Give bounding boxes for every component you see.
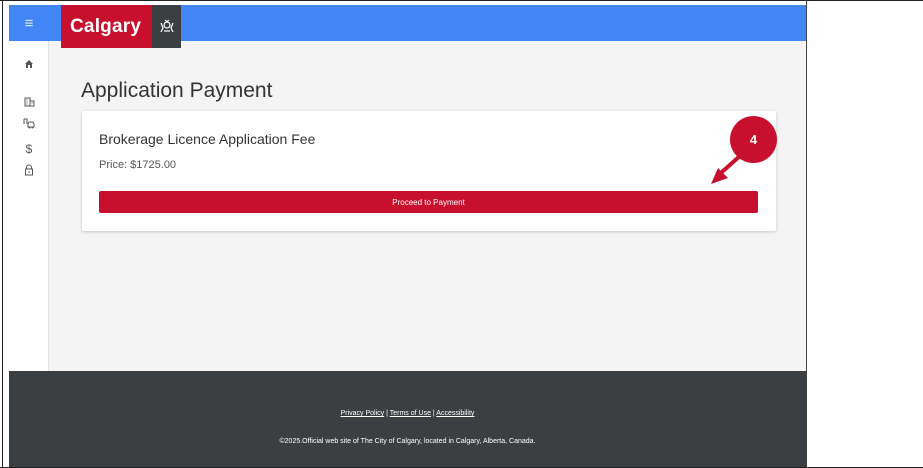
privacy-policy-link[interactable]: Privacy Policy: [341, 410, 385, 417]
hamburger-menu-icon[interactable]: ≡: [9, 5, 49, 41]
proceed-to-payment-button[interactable]: Proceed to Payment: [99, 191, 758, 213]
terms-of-use-link[interactable]: Terms of Use: [390, 410, 431, 417]
footer: Privacy Policy | Terms of Use | Accessib…: [9, 371, 806, 467]
fee-price: Price: $1725.00: [99, 159, 177, 171]
building-icon[interactable]: [9, 92, 49, 110]
footer-copyright: ©2025.Official web site of The City of C…: [279, 438, 536, 445]
frame-border-top: [0, 0, 923, 1]
frame-border-left: [2, 0, 3, 468]
page-title: Application Payment: [81, 79, 273, 102]
payment-card: Brokerage Licence Application Fee Price:…: [82, 111, 776, 231]
brand-name: Calgary: [70, 15, 142, 37]
dollar-icon[interactable]: $: [9, 140, 49, 158]
home-icon[interactable]: [9, 55, 49, 73]
fee-title: Brokerage Licence Application Fee: [99, 131, 316, 147]
sidebar: $: [9, 41, 49, 371]
footer-links: Privacy Policy | Terms of Use | Accessib…: [9, 410, 806, 417]
accessibility-link[interactable]: Accessibility: [436, 410, 474, 417]
app-window: ≡ Calgary $ Application Payment Brokerag…: [9, 5, 806, 467]
step-number-badge: 4: [730, 116, 777, 163]
step-number: 4: [749, 132, 758, 147]
main-content: Application Payment Brokerage Licence Ap…: [49, 41, 806, 371]
frame-border-right: [806, 0, 807, 468]
vehicle-icon[interactable]: [9, 114, 49, 132]
lock-icon[interactable]: [9, 161, 49, 179]
screenshot-frame: ≡ Calgary $ Application Payment Brokerag…: [0, 0, 923, 468]
